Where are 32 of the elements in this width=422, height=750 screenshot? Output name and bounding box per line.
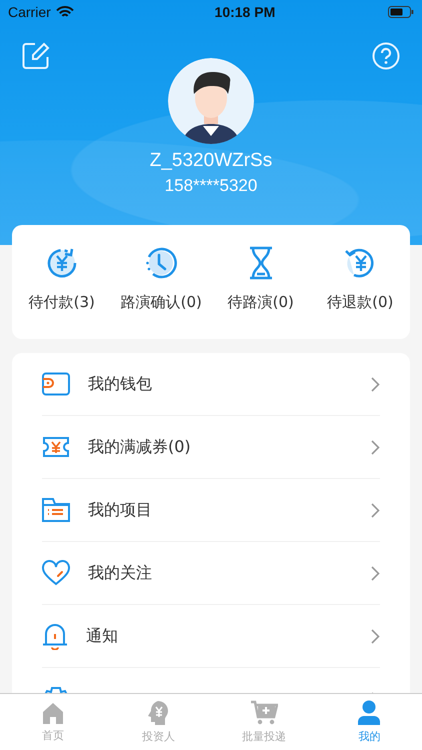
order-status-label[interactable]: 路演确认(0) bbox=[120, 293, 202, 312]
menu-item-label[interactable]: 我的关注 bbox=[88, 562, 353, 584]
chevron-right-icon bbox=[371, 376, 380, 392]
clock-time: 10:18 PM bbox=[214, 4, 276, 20]
folder-icon bbox=[42, 497, 70, 523]
menu-item-label[interactable]: 我的项目 bbox=[88, 500, 353, 520]
heart-icon bbox=[42, 560, 70, 586]
order-status-label[interactable]: 待退款(0) bbox=[327, 293, 394, 312]
order-status-label[interactable]: 待付款(3) bbox=[28, 293, 95, 312]
chevron-right-icon bbox=[371, 628, 380, 644]
phone-number: 158****5320 bbox=[164, 176, 258, 196]
head-yuan-icon bbox=[146, 700, 170, 726]
avatar[interactable] bbox=[168, 58, 254, 144]
home-icon bbox=[40, 701, 65, 725]
help-icon[interactable] bbox=[372, 42, 400, 70]
edit-icon[interactable] bbox=[22, 42, 50, 70]
battery-icon bbox=[388, 6, 414, 18]
chevron-right-icon bbox=[371, 566, 380, 580]
wallet-icon bbox=[42, 372, 70, 396]
ticket-icon bbox=[42, 436, 70, 458]
order-status-label[interactable]: 待路演(0) bbox=[228, 293, 294, 312]
chevron-right-icon bbox=[371, 502, 380, 518]
menu-item-label[interactable]: 通知 bbox=[86, 626, 353, 646]
menu-item-label[interactable]: 我的满减券(0) bbox=[88, 436, 353, 458]
carrier-text: Carrier bbox=[8, 4, 51, 20]
cart-plus-icon bbox=[250, 700, 278, 726]
user-name: Z_5320WZrSs bbox=[150, 150, 272, 172]
chevron-right-icon bbox=[371, 440, 380, 454]
bell-icon bbox=[42, 622, 68, 650]
user-icon bbox=[357, 700, 382, 726]
wifi-icon bbox=[56, 6, 74, 18]
menu-item-label[interactable]: 我的钱包 bbox=[88, 374, 353, 394]
